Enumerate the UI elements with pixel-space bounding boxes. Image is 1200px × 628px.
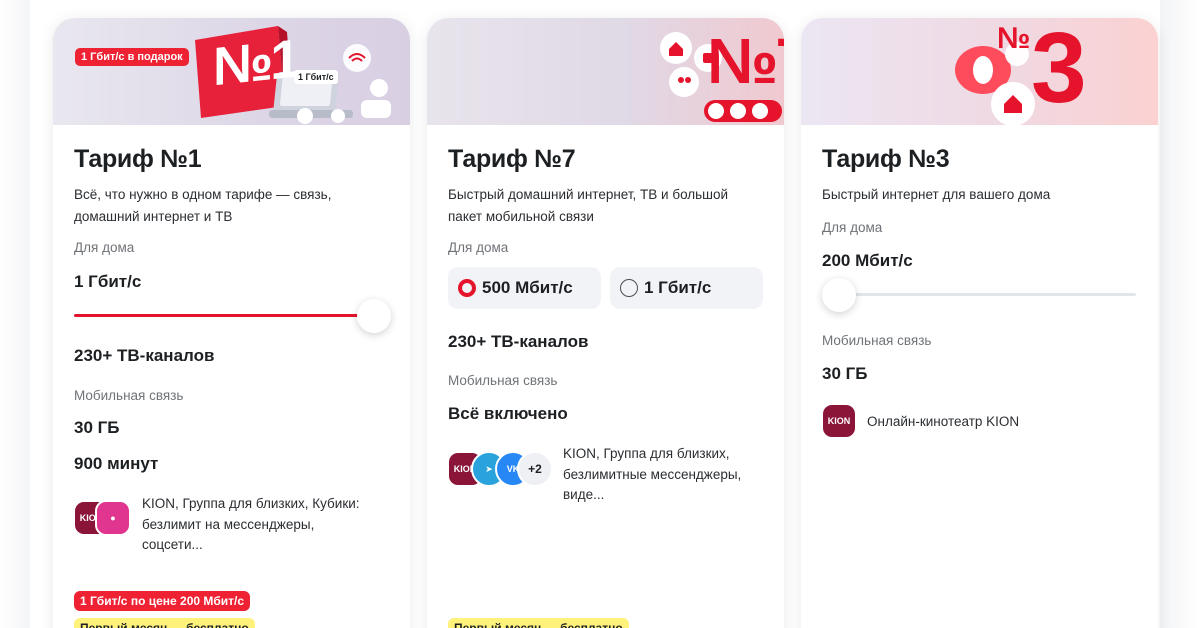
page-edge-left <box>0 0 30 628</box>
data-gb: 30 ГБ <box>822 364 868 383</box>
tariff-card-3[interactable]: № 3 Тариф №3 Быстрый интернет для вашего… <box>801 18 1158 628</box>
tariff-3-banner: № 3 <box>801 18 1158 125</box>
tariff-title: Тариф №3 <box>822 145 950 173</box>
tariff-1-banner: 1 Гбит/с в подарок №1 1 Гбит/с <box>53 18 410 125</box>
tariff-description-line1: Быстрый домашний интернет, ТВ и большой <box>448 187 729 202</box>
speed-value: 1 Гбит/с <box>74 272 142 291</box>
mobile-value: Всё включено <box>448 404 568 423</box>
speed-value: 200 Мбит/с <box>822 251 913 270</box>
banner-number-3: 3 <box>1031 18 1087 124</box>
kion-icon: KION <box>821 403 857 439</box>
promo-badge-free-month: Первый месяц — бесплатно <box>448 618 629 628</box>
tariff-description-line2: пакет мобильной связи <box>448 209 594 224</box>
speed-option-500[interactable]: 500 Мбит/с <box>448 267 601 309</box>
banner-number-1: №1 <box>213 28 298 98</box>
speed-slider-thumb[interactable] <box>822 278 856 312</box>
tariff-title: Тариф №7 <box>448 145 576 173</box>
services-line3: виде... <box>563 487 605 502</box>
tv-channels: 230+ ТВ-каналов <box>74 346 215 365</box>
tariff-7-banner: №7 <box>427 18 784 125</box>
speed-slider-fill <box>74 314 374 317</box>
services-line3: соцсети... <box>142 537 203 552</box>
service-text: Онлайн-кинотеатр KION <box>867 414 1020 429</box>
tariff-description-line2: домашний интернет и ТВ <box>74 209 233 224</box>
services-line2: безлимитные мессенджеры, <box>563 466 742 482</box>
speed-slider-track[interactable] <box>822 293 1136 296</box>
promo-badge-speed: 1 Гбит/с по цене 200 Мбит/с <box>74 591 251 611</box>
minutes: 900 минут <box>74 454 159 473</box>
tariff-title: Тариф №1 <box>74 145 202 173</box>
radio-selected-icon <box>458 279 476 297</box>
home-label: Для дома <box>74 240 135 255</box>
speed-screen-label: 1 Гбит/с <box>294 70 338 84</box>
tariff-card-7[interactable]: №7 Тариф №7 Быстрый домашний интернет, Т… <box>427 18 784 628</box>
home-label: Для дома <box>448 240 509 255</box>
gift-badge: 1 Гбит/с в подарок <box>75 48 189 66</box>
speed-option-label: 1 Гбит/с <box>644 278 712 297</box>
services-line2: безлимит на мессенджеры, <box>142 516 315 532</box>
speed-option-label: 500 Мбит/с <box>482 278 573 297</box>
tariff-description-line1: Быстрый интернет для вашего дома <box>822 187 1051 202</box>
speed-slider-thumb[interactable] <box>357 299 391 333</box>
promo-badge-free-month: Первый месяц — бесплатно <box>74 618 255 628</box>
services-text: KION, Группа для близких, Кубики: безлим… <box>142 494 360 556</box>
radio-unselected-icon <box>620 279 638 297</box>
banner-number-7: №7 <box>707 25 784 97</box>
tv-channels: 230+ ТВ-каналов <box>448 332 589 351</box>
mobile-label: Мобильная связь <box>448 373 558 388</box>
kubiki-icon: ● <box>95 500 131 536</box>
tariff-description-line1: Всё, что нужно в одном тарифе — связь, <box>74 187 332 202</box>
services-text: KION, Группа для близких, безлимитные ме… <box>563 444 741 506</box>
banner-number-prefix: № <box>997 22 1031 55</box>
speed-option-1000[interactable]: 1 Гбит/с <box>610 267 763 309</box>
mobile-label: Мобильная связь <box>822 333 932 348</box>
mobile-label: Мобильная связь <box>74 388 184 403</box>
data-gb: 30 ГБ <box>74 418 120 437</box>
services-line1: KION, Группа для близких, Кубики: <box>142 496 360 511</box>
tariff-card-1[interactable]: 1 Гбит/с в подарок №1 1 Гбит/с Тариф №1 … <box>53 18 410 628</box>
services-line1: KION, Группа для близких, <box>563 446 730 461</box>
home-label: Для дома <box>822 220 883 235</box>
more-services-counter[interactable]: +2 <box>517 451 553 487</box>
page-edge-right <box>1160 0 1200 628</box>
